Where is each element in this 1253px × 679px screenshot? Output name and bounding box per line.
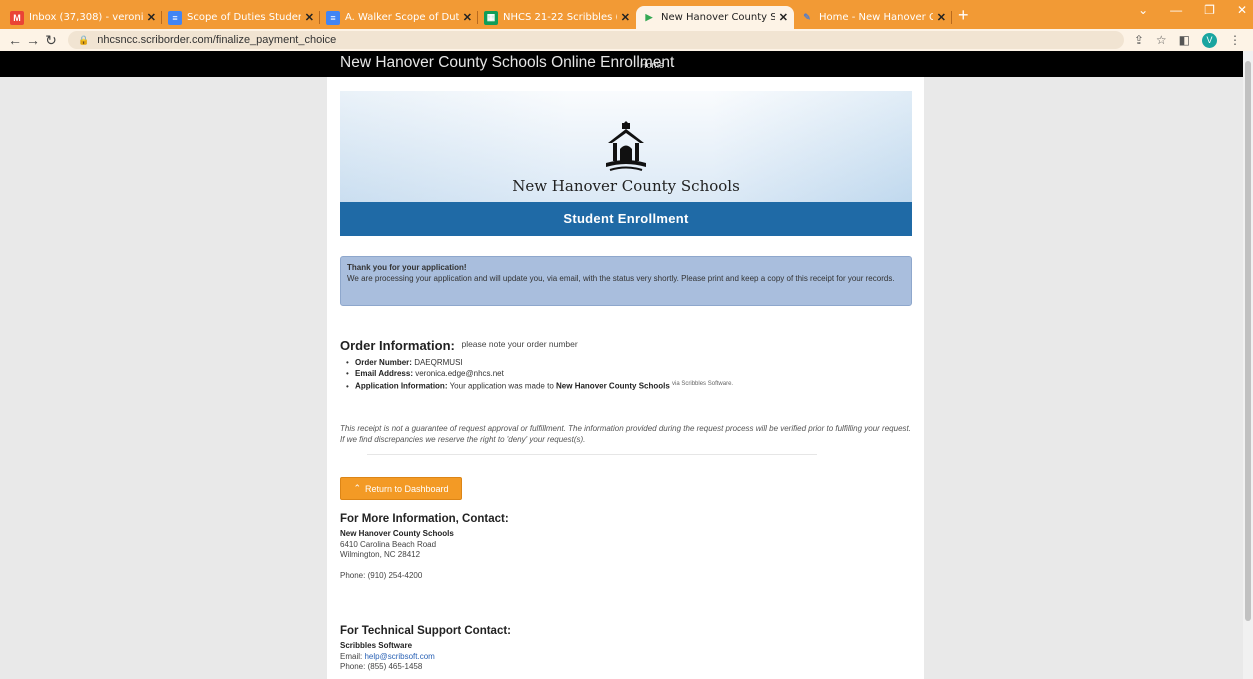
- order-note: please note your order number: [461, 339, 578, 349]
- profile-avatar[interactable]: V: [1202, 32, 1217, 48]
- tab-title: NHCS 21-22 Scribbles (anything: [503, 12, 617, 23]
- list-item: Application Information: Your applicatio…: [346, 379, 733, 392]
- close-icon[interactable]: ✕: [937, 11, 946, 24]
- tab-title: New Hanover County Schools Or: [661, 12, 775, 23]
- support-phone: Phone: (855) 465-1458: [340, 662, 423, 671]
- tab-title: Inbox (37,308) - veronica.edge@: [29, 12, 143, 23]
- order-number-value: DAEQRMUSI: [414, 358, 463, 367]
- support-email-label: Email:: [340, 651, 363, 661]
- divider: [367, 454, 817, 455]
- list-item: Order Number: DAEQRMUSI: [346, 358, 733, 369]
- browser-tab[interactable]: M Inbox (37,308) - veronica.edge@ ✕: [4, 6, 162, 29]
- contact-address-line1: 6410 Carolina Beach Road: [340, 539, 437, 549]
- browser-toolbar-right: ⇪ ☆ ◧ V ⋮: [1134, 32, 1241, 48]
- restore-icon[interactable]: ❐: [1204, 3, 1215, 17]
- docs-icon: ≡: [326, 10, 340, 25]
- order-number-label: Order Number:: [355, 358, 412, 367]
- site-header: New Hanover County Schools Online Enroll…: [0, 51, 1243, 77]
- email-value: veronica.edge@nhcs.net: [415, 368, 504, 378]
- scrollbar-thumb[interactable]: [1245, 61, 1251, 621]
- district-icon: ✎: [803, 12, 811, 22]
- close-icon[interactable]: ✕: [621, 11, 630, 24]
- url-text: nhcsncc.scriborder.com/finalize_payment_…: [97, 34, 337, 46]
- sheets-icon: ▦: [484, 10, 498, 25]
- confirmation-alert: Thank you for your application! We are p…: [340, 256, 912, 306]
- new-tab-icon[interactable]: +: [958, 5, 969, 26]
- menu-kebab-icon[interactable]: ⋮: [1229, 33, 1241, 47]
- support-email-link[interactable]: help@scribsoft.com: [364, 652, 434, 661]
- alert-title: Thank you for your application!: [347, 263, 467, 272]
- window-controls: ⌄ — ❐ ✕: [1138, 3, 1247, 17]
- order-heading: Order Information: please note your orde…: [340, 338, 578, 353]
- contact-address: New Hanover County Schools 6410 Carolina…: [340, 529, 454, 561]
- application-org: New Hanover County Schools: [556, 381, 670, 391]
- forward-icon[interactable]: →: [24, 32, 42, 48]
- page-scrollbar[interactable]: [1243, 51, 1253, 679]
- browser-tab-strip: M Inbox (37,308) - veronica.edge@ ✕ ≡ Sc…: [0, 0, 1253, 29]
- home-link[interactable]: Home: [640, 60, 664, 70]
- enrollment-banner: New Hanover County Schools Student Enrol…: [340, 91, 912, 236]
- support-details: Scribbles Software Email: help@scribsoft…: [340, 641, 435, 673]
- alert-body: We are processing your application and w…: [347, 274, 895, 283]
- receipt-disclaimer: This receipt is not a guarantee of reque…: [340, 424, 911, 444]
- tab-title: A. Walker Scope of Duties Stude: [345, 12, 459, 23]
- close-icon[interactable]: ✕: [305, 11, 314, 24]
- close-icon[interactable]: ✕: [147, 11, 156, 24]
- banner-org-name: New Hanover County Schools: [512, 177, 740, 195]
- contact-org: New Hanover County Schools: [340, 529, 454, 538]
- support-org: Scribbles Software: [340, 641, 413, 650]
- tab-search-icon[interactable]: ⌄: [1138, 3, 1148, 17]
- close-icon[interactable]: ✕: [779, 11, 788, 24]
- play-icon: ▶: [645, 12, 653, 22]
- lock-icon[interactable]: 🔒: [78, 35, 89, 46]
- list-item: Email Address: veronica.edge@nhcs.net: [346, 369, 733, 380]
- email-label: Email Address:: [355, 368, 413, 378]
- browser-tab[interactable]: ≡ A. Walker Scope of Duties Stude ✕: [320, 6, 478, 29]
- browser-tab[interactable]: ✎ Home - New Hanover County Sc ✕: [794, 6, 952, 29]
- url-field[interactable]: 🔒 nhcsncc.scriborder.com/finalize_paymen…: [68, 31, 1124, 49]
- return-to-dashboard-button[interactable]: ⌃ Return to Dashboard: [340, 477, 462, 500]
- tab-title: Scope of Duties Student Records: [187, 12, 301, 23]
- application-text: Your application was made to: [449, 381, 554, 391]
- browser-tab-active[interactable]: ▶ New Hanover County Schools Or ✕: [636, 6, 794, 29]
- browser-tab[interactable]: ≡ Scope of Duties Student Records ✕: [162, 6, 320, 29]
- contact-heading: For More Information, Contact:: [340, 513, 509, 525]
- schoolhouse-logo-icon: [606, 121, 646, 171]
- close-icon[interactable]: ✕: [463, 11, 472, 24]
- application-label: Application Information:: [355, 381, 448, 391]
- site-brand[interactable]: New Hanover County Schools Online Enroll…: [340, 54, 674, 72]
- main-content: New Hanover County Schools Student Enrol…: [327, 77, 924, 679]
- bookmark-star-icon[interactable]: ☆: [1156, 33, 1167, 47]
- browser-tab[interactable]: ▦ NHCS 21-22 Scribbles (anything ✕: [478, 6, 636, 29]
- reload-icon[interactable]: ↻: [42, 32, 60, 49]
- order-details-list: Order Number: DAEQRMUSI Email Address: v…: [346, 358, 733, 392]
- contact-phone: Phone: (910) 254-4200: [340, 571, 423, 580]
- back-icon[interactable]: ←: [6, 32, 24, 48]
- minimize-icon[interactable]: —: [1170, 3, 1182, 17]
- gmail-icon: M: [10, 10, 24, 25]
- address-bar: ← → ↻ 🔒 nhcsncc.scriborder.com/finalize_…: [0, 29, 1253, 51]
- return-to-dashboard-label: Return to Dashboard: [364, 483, 449, 494]
- banner-subtitle: Student Enrollment: [340, 202, 912, 236]
- docs-icon: ≡: [168, 10, 182, 25]
- side-panel-icon[interactable]: ◧: [1179, 33, 1190, 47]
- contact-address-line2: Wilmington, NC 28412: [340, 550, 421, 559]
- share-icon[interactable]: ⇪: [1134, 33, 1144, 47]
- tab-title: Home - New Hanover County Sc: [819, 12, 933, 23]
- support-heading: For Technical Support Contact:: [340, 625, 512, 637]
- chevron-up-icon: ⌃: [353, 483, 361, 493]
- order-heading-text: Order Information:: [340, 338, 455, 353]
- window-close-icon[interactable]: ✕: [1237, 3, 1247, 17]
- application-via: via Scribbles Software.: [672, 381, 734, 387]
